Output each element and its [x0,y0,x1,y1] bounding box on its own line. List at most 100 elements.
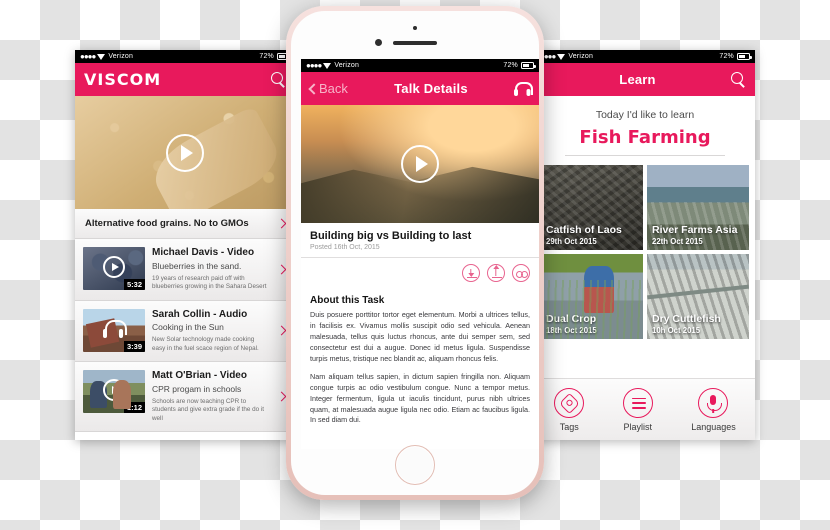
card-date: 18th Oct 2015 [546,326,597,335]
page-title: Talk Details [394,81,468,96]
app-brand-title: VISCOM [84,70,162,89]
upload-button[interactable] [487,264,505,282]
search-icon[interactable] [731,72,746,87]
back-button[interactable]: Back [308,81,348,96]
topic-card[interactable]: River Farms Asia 22th Oct 2015 [647,165,749,250]
item-subtitle: CPR progam in schools [152,383,242,394]
list-item[interactable]: 3:39 Sarah Collin - Audio Cooking in the… [75,300,295,362]
tab-languages[interactable]: Languages [691,387,736,432]
list-icon [622,387,653,418]
bottom-tab-bar: Tags Playlist Languages [535,378,755,440]
item-description: New Solar technology made cooking easy i… [152,336,259,352]
item-subtitle: Blueberries in the sand. [152,260,242,271]
download-button[interactable] [462,264,480,282]
headphones-icon [103,320,127,339]
chevron-right-icon [276,325,287,336]
play-icon [103,255,125,278]
tab-playlist[interactable]: Playlist [622,387,653,432]
list-item[interactable]: 1:12 Matt O'Brian - Video CPR progam in … [75,362,295,432]
topic-card-grid: Catfish of Laos 29th Oct 2015 River Farm… [535,160,755,339]
left-navbar: VISCOM [75,63,295,96]
duration-badge: 1:12 [123,402,145,413]
tag-icon [554,387,585,418]
topic-card[interactable]: Dry Cuttlefish 10h Oct 2015 [647,254,749,339]
topic-card[interactable]: Dual Crop 18th Oct 2015 [541,254,643,339]
search-icon[interactable] [271,72,286,87]
status-bar-right: ●●●● Verizon 72% [535,50,755,63]
featured-title-row[interactable]: Alternative food grains. No to GMOs [75,209,295,239]
page-title: Learn [619,72,656,87]
battery-icon [737,53,752,60]
about-paragraph: Duis posuere porttitor tortor eget eleme… [310,310,530,363]
play-icon [103,378,125,401]
scene: ●●●● Verizon 72% VISCOM Alternative food… [0,0,830,530]
item-title: Matt O'Brian - Video [152,370,247,381]
item-thumbnail: 5:32 [83,247,145,290]
battery-icon [521,62,536,69]
topic-card[interactable]: Catfish of Laos 29th Oct 2015 [541,165,643,250]
card-title: Catfish of Laos [546,224,622,236]
tab-label: Playlist [623,421,652,432]
carrier-label: Verizon [334,62,360,69]
section-heading: About this Task [310,295,385,306]
home-button[interactable] [395,445,435,485]
play-icon[interactable] [166,133,204,172]
carrier-label: Verizon [108,53,134,60]
item-description: 19 years of research paid off with blueb… [152,274,267,291]
battery-percent: 72% [719,53,734,60]
learn-prompt: Today I'd like to learn [595,109,695,121]
divider [565,155,725,156]
card-date: 10h Oct 2015 [652,326,701,335]
tab-tags[interactable]: Tags [554,387,585,432]
center-navbar: Back Talk Details [301,72,539,105]
wifi-icon [323,62,332,69]
about-paragraph: Nam aliquam tellus sapien, in dictum sap… [310,371,530,425]
center-phone-screen: ●●●● Verizon 72% Back Talk Details Build… [301,59,539,449]
wifi-icon [97,53,106,60]
featured-title: Alternative food grains. No to GMOs [85,218,249,229]
card-date: 29th Oct 2015 [546,237,597,246]
talk-action-bar [301,257,539,289]
battery-percent: 72% [503,62,518,69]
status-bar-left: ●●●● Verizon 72% [75,50,295,63]
play-icon[interactable] [401,145,439,183]
talk-header: Building big vs Building to last Posted … [301,223,539,257]
item-title: Michael Davis - Video [152,247,255,258]
item-description: Schools are now teaching CPR to students… [152,397,265,422]
learn-topic[interactable]: Fish Farming [535,127,755,148]
list-item[interactable]: 5:32 Michael Davis - Video Blueberries i… [75,239,295,301]
card-date: 22th Oct 2015 [652,237,703,246]
talk-posted-date: Posted 16th Oct, 2015 [310,244,380,251]
featured-media[interactable] [75,96,295,209]
back-label: Back [319,81,348,96]
chevron-left-icon [308,82,320,95]
tab-label: Languages [691,421,736,432]
card-title: Dry Cuttlefish [652,313,721,325]
chevron-right-icon [276,391,287,402]
item-subtitle: Cooking in the Sun [152,322,224,332]
proximity-sensor-icon [413,26,417,30]
chevron-right-icon [276,218,287,229]
front-camera-icon [375,39,382,46]
center-phone-device: ●●●● Verizon 72% Back Talk Details Build… [286,6,544,500]
headphones-icon[interactable] [514,81,533,96]
glasses-icon[interactable] [512,264,530,282]
right-phone-screen: ●●●● Verizon 72% Learn Today I'd like to… [535,50,755,440]
learn-header: Today I'd like to learn Fish Farming [535,96,755,160]
duration-badge: 5:32 [123,279,145,290]
earpiece-speaker [393,41,437,45]
duration-badge: 3:39 [123,340,145,352]
card-title: Dual Crop [546,313,597,325]
right-navbar: Learn [535,63,755,96]
signal-dots-icon: ●●●● [80,52,96,61]
microphone-icon [698,387,729,418]
chevron-right-icon [276,264,287,275]
carrier-label: Verizon [568,53,594,60]
signal-dots-icon: ●●●● [306,61,322,70]
battery-percent: 72% [259,53,274,60]
item-thumbnail: 1:12 [83,370,145,413]
status-bar-center: ●●●● Verizon 72% [301,59,539,72]
wifi-icon [557,53,566,60]
talk-hero-media[interactable] [301,105,539,223]
item-thumbnail: 3:39 [83,308,145,352]
